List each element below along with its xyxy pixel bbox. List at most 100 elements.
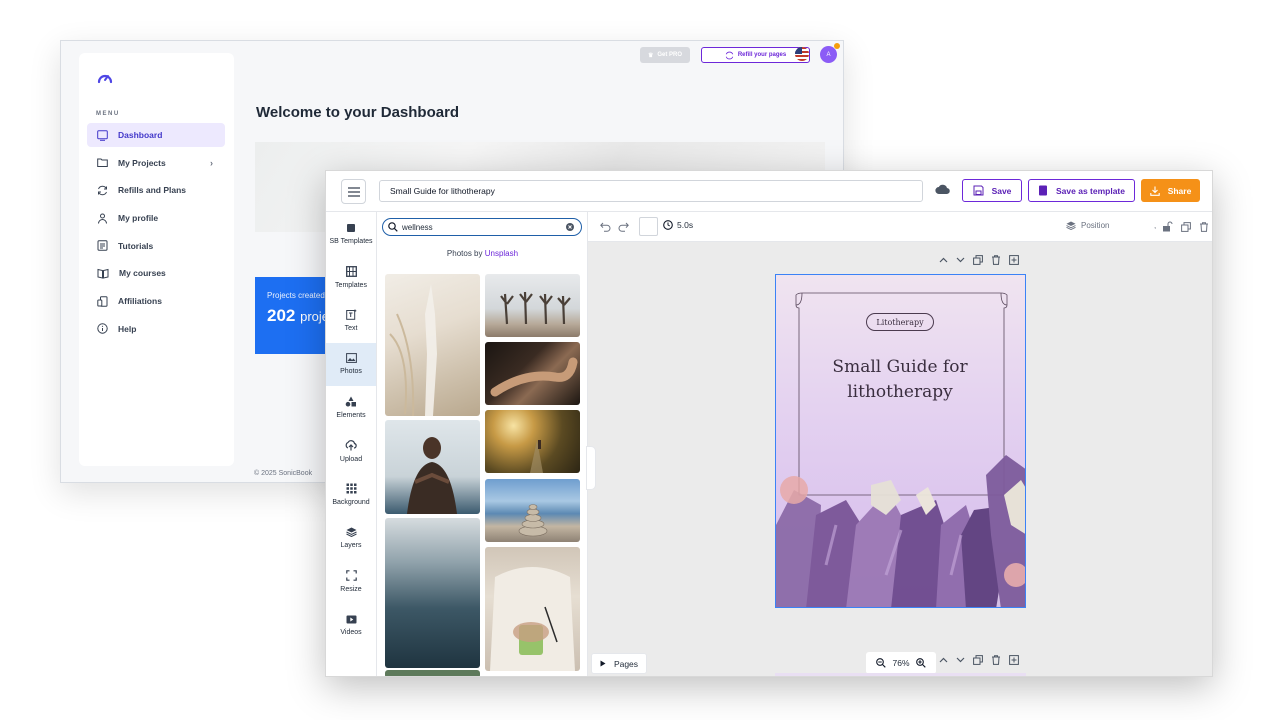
page-controls-bottom — [939, 655, 1019, 665]
save-button[interactable]: Save — [962, 179, 1022, 202]
tool-label: Templates — [335, 281, 367, 289]
nav-item-tutorials[interactable]: Tutorials — [87, 234, 225, 258]
folder-icon — [97, 157, 108, 168]
get-pro-button[interactable]: ♛ Get PRO — [640, 47, 690, 63]
nav-item-refills[interactable]: Refills and Plans — [87, 178, 225, 202]
chevron-right-icon: › — [210, 157, 213, 168]
share-label: Share — [1167, 185, 1192, 196]
save-as-template-button[interactable]: Save as template — [1028, 179, 1135, 202]
nav-item-my-courses[interactable]: My courses — [87, 261, 225, 285]
clear-search-icon[interactable] — [566, 223, 574, 231]
duration-value: 5.0s — [677, 220, 694, 230]
unsplash-link[interactable]: Unsplash — [485, 249, 518, 258]
editor-window: Small Guide for lithotherapy Save Save a… — [325, 170, 1213, 677]
add-page-icon[interactable] — [1009, 255, 1019, 265]
collapse-panel-handle[interactable] — [586, 446, 596, 490]
photo-search-input[interactable]: wellness — [382, 218, 582, 236]
photo-thumbnail[interactable] — [485, 342, 580, 405]
nav-label: My Projects — [118, 157, 166, 168]
chevron-up-icon[interactable] — [939, 657, 948, 663]
photo-thumbnail[interactable] — [485, 274, 580, 337]
tool-label: Background — [332, 499, 370, 507]
document-icon — [97, 240, 108, 251]
template-icon — [1038, 185, 1048, 196]
page-duration[interactable]: 5.0s — [663, 220, 693, 230]
nav-item-my-profile[interactable]: My profile — [87, 206, 225, 230]
tool-background[interactable]: Background — [326, 473, 376, 517]
tool-videos[interactable]: Videos — [326, 604, 376, 648]
undo-icon[interactable] — [600, 222, 611, 232]
cloud-sync-icon[interactable] — [935, 183, 950, 195]
duplicate-page-icon[interactable] — [973, 255, 983, 265]
page-category-pill[interactable]: Litotherapy — [866, 313, 934, 331]
share-button[interactable]: Share — [1141, 179, 1200, 202]
tool-photos[interactable]: Photos — [326, 342, 376, 386]
nav-label: Affiliations — [118, 296, 162, 307]
photo-thumbnail[interactable] — [385, 518, 480, 668]
tool-label: Resize — [340, 586, 362, 594]
search-value: wellness — [402, 222, 433, 232]
tool-layers[interactable]: Layers — [326, 517, 376, 561]
save-label: Save — [991, 185, 1012, 196]
refill-pages-button[interactable]: Refill your pages — [701, 47, 810, 63]
add-page-icon[interactable] — [1009, 655, 1019, 665]
nav-item-affiliations[interactable]: Affiliations — [87, 289, 225, 313]
tool-label: Photos — [340, 368, 362, 376]
duplicate-icon[interactable] — [1181, 221, 1191, 232]
duplicate-page-icon[interactable] — [973, 655, 983, 665]
design-page[interactable]: Litotherapy Small Guide for lithotherapy — [775, 274, 1026, 608]
pages-button[interactable]: Pages — [591, 653, 647, 674]
photo-thumbnail[interactable] — [385, 420, 480, 514]
stat-label: Projects created — [267, 291, 325, 300]
redo-icon[interactable] — [618, 222, 629, 232]
user-icon — [97, 213, 108, 224]
tool-label: Text — [344, 325, 358, 333]
tool-label: Upload — [339, 455, 363, 463]
tool-upload[interactable]: Upload — [326, 430, 376, 474]
tool-rail: SB Templates Templates Text Photos Eleme… — [326, 212, 377, 676]
dashboard-nav: Dashboard My Projects › Refills and Plan… — [87, 123, 225, 345]
layers-icon — [345, 527, 357, 538]
document-title-input[interactable]: Small Guide for lithotherapy — [379, 180, 923, 202]
menu-icon[interactable] — [341, 179, 366, 204]
tool-elements[interactable]: Elements — [326, 386, 376, 430]
trash-icon[interactable] — [1199, 221, 1209, 232]
photo-thumbnail[interactable] — [485, 479, 580, 542]
tool-label: Elements — [336, 412, 366, 420]
save-icon — [973, 185, 984, 196]
unlock-icon[interactable] — [1162, 221, 1173, 232]
chevron-down-icon[interactable] — [956, 657, 965, 663]
page-heading-line-1: Small Guide for — [832, 357, 968, 377]
nav-item-help[interactable]: Help — [87, 317, 225, 341]
chevron-down-icon[interactable] — [956, 257, 965, 263]
chevron-up-icon[interactable] — [939, 257, 948, 263]
notification-dot — [834, 43, 840, 49]
nav-item-dashboard[interactable]: Dashboard — [87, 123, 225, 147]
tool-sb-templates[interactable]: SB Templates — [326, 212, 376, 256]
page-heading[interactable]: Small Guide for lithotherapy — [776, 355, 1024, 405]
nav-item-my-projects[interactable]: My Projects › — [87, 151, 225, 175]
next-page-preview[interactable] — [775, 673, 1026, 676]
tool-resize[interactable]: Resize — [326, 560, 376, 604]
delete-page-icon[interactable] — [991, 255, 1001, 265]
tool-templates[interactable]: Templates — [326, 256, 376, 300]
us-flag-icon[interactable] — [795, 47, 809, 61]
photos-by-label: Photos by — [446, 249, 483, 258]
app-logo-icon[interactable] — [97, 71, 113, 85]
upload-icon — [345, 439, 357, 451]
photo-thumbnail[interactable] — [385, 274, 480, 416]
delete-page-icon[interactable] — [991, 655, 1001, 665]
photo-thumbnail[interactable] — [485, 547, 580, 671]
photo-thumbnail[interactable] — [385, 670, 480, 676]
photo-thumbnail[interactable] — [485, 410, 580, 473]
refill-label: Refill your pages — [737, 52, 787, 58]
zoom-out-icon[interactable] — [876, 658, 887, 668]
tool-text[interactable]: Text — [326, 299, 376, 343]
background-color-swatch[interactable] — [639, 217, 658, 236]
subtoolbar-actions — [1162, 221, 1212, 232]
videos-icon — [346, 615, 357, 624]
zoom-in-icon[interactable] — [915, 658, 926, 668]
elements-icon — [345, 396, 357, 407]
position-button[interactable]: Position — [1066, 221, 1109, 230]
photos-panel: wellness Photos by Unsplash — [377, 212, 588, 676]
